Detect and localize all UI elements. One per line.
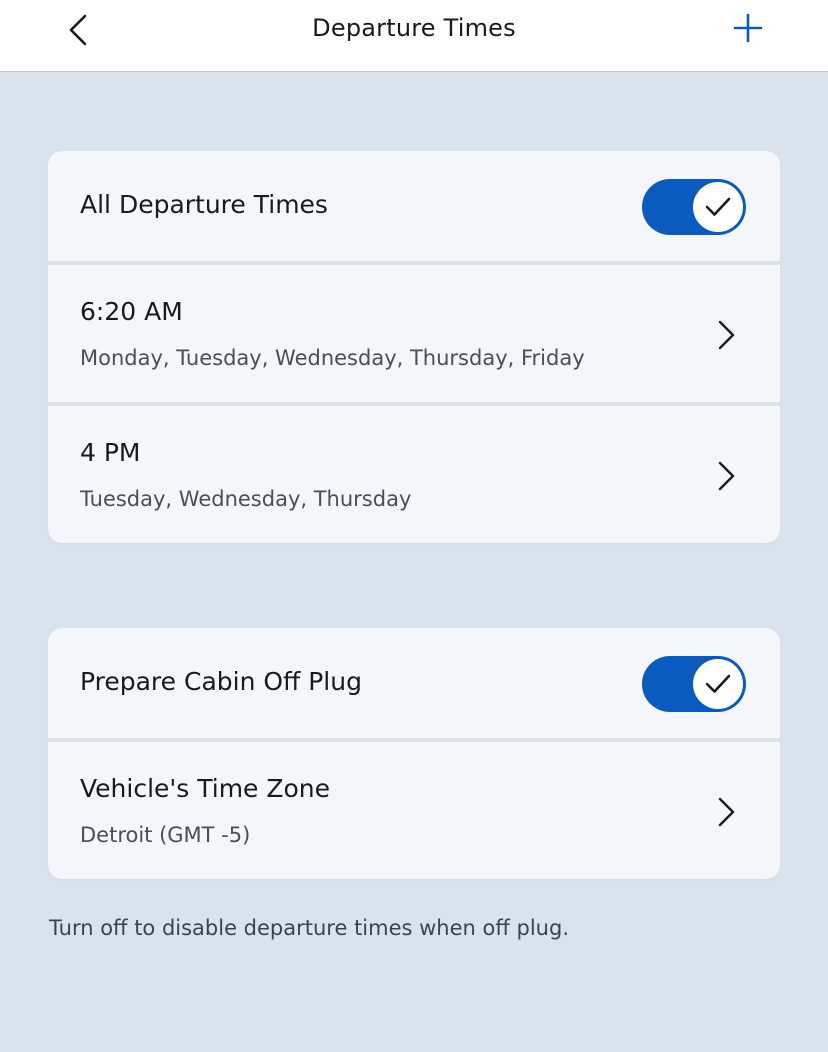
departure-item-2[interactable]: 4 PM Tuesday, Wednesday, Thursday bbox=[48, 406, 780, 543]
checkmark-icon bbox=[705, 674, 731, 693]
departure-days: Tuesday, Wednesday, Thursday bbox=[80, 487, 412, 511]
footer-note: Turn off to disable departure times when… bbox=[49, 916, 569, 940]
departure-time: 4 PM bbox=[80, 438, 141, 467]
prepare-cabin-label: Prepare Cabin Off Plug bbox=[80, 667, 362, 696]
header-bar: Departure Times bbox=[0, 0, 828, 72]
toggle-knob bbox=[693, 182, 743, 232]
cabin-settings-card: Prepare Cabin Off Plug Vehicle's Time Zo… bbox=[48, 628, 780, 879]
toggle-knob bbox=[693, 659, 743, 709]
all-departures-toggle[interactable] bbox=[642, 179, 746, 235]
prepare-cabin-row: Prepare Cabin Off Plug bbox=[48, 628, 780, 742]
chevron-right-icon bbox=[712, 317, 740, 353]
prepare-cabin-toggle[interactable] bbox=[642, 656, 746, 712]
page-title: Departure Times bbox=[312, 14, 516, 42]
departure-days: Monday, Tuesday, Wednesday, Thursday, Fr… bbox=[80, 346, 585, 370]
checkmark-icon bbox=[705, 197, 731, 216]
add-departure-button[interactable] bbox=[726, 6, 770, 50]
time-zone-value: Detroit (GMT -5) bbox=[80, 823, 251, 847]
time-zone-row[interactable]: Vehicle's Time Zone Detroit (GMT -5) bbox=[48, 742, 780, 879]
departure-item-1[interactable]: 6:20 AM Monday, Tuesday, Wednesday, Thur… bbox=[48, 265, 780, 406]
all-departures-label: All Departure Times bbox=[80, 190, 328, 219]
departure-time: 6:20 AM bbox=[80, 297, 183, 326]
time-zone-label: Vehicle's Time Zone bbox=[80, 774, 331, 803]
all-departures-row: All Departure Times bbox=[48, 151, 780, 265]
chevron-right-icon bbox=[712, 794, 740, 830]
departure-times-card: All Departure Times 6:20 AM Monday, Tues… bbox=[48, 151, 780, 543]
plus-icon bbox=[733, 13, 763, 43]
chevron-right-icon bbox=[712, 458, 740, 494]
